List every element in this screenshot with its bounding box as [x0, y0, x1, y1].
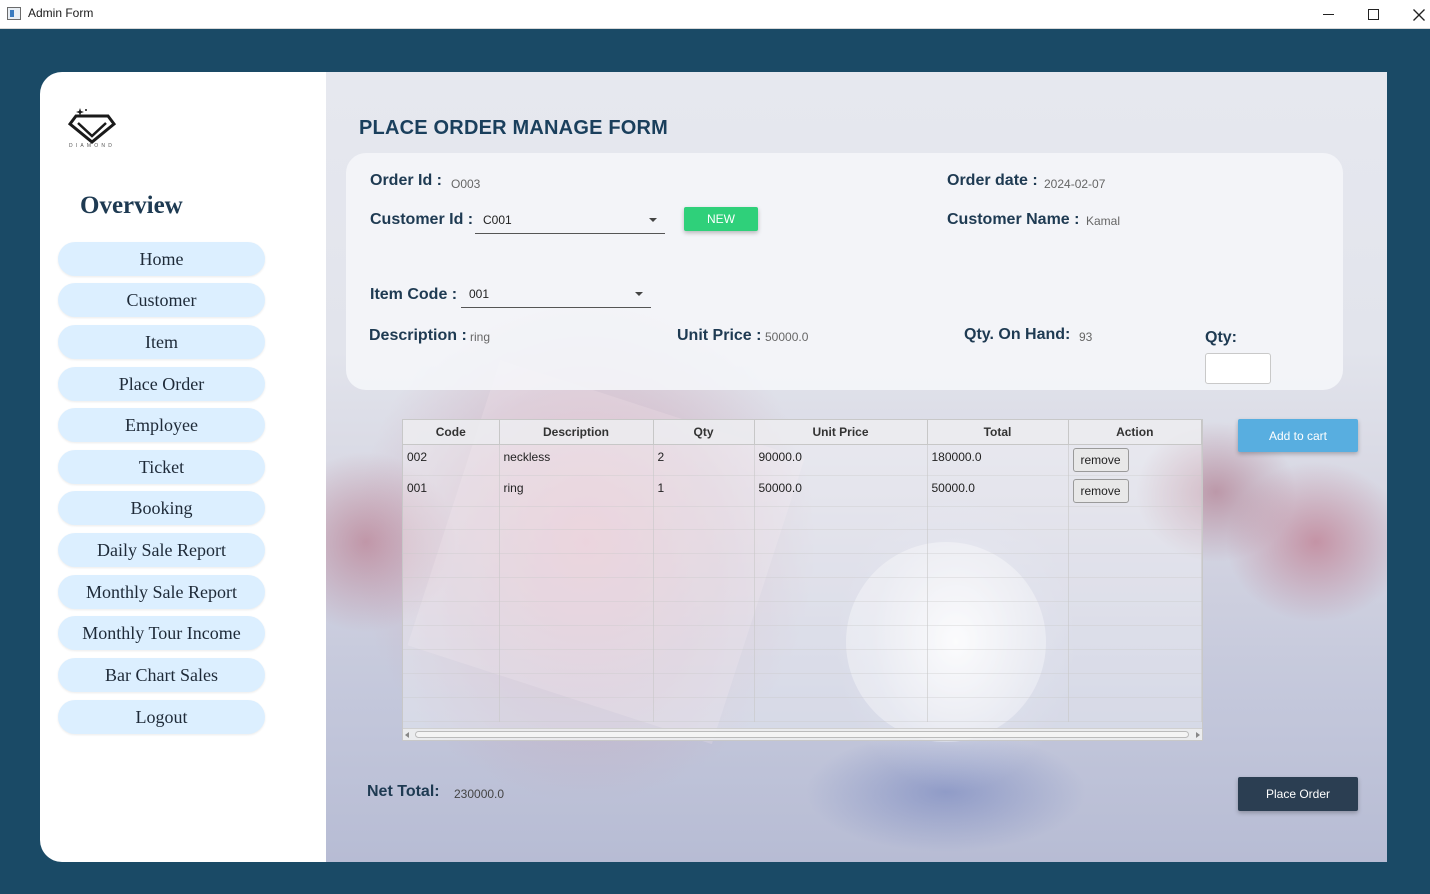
qty-on-hand-label: Qty. On Hand:: [964, 326, 1071, 343]
nav-customer-button[interactable]: Customer: [58, 283, 265, 317]
scrollbar-thumb[interactable]: [415, 731, 1189, 738]
chevron-down-icon: [635, 292, 643, 296]
title-bar: Admin Form: [0, 0, 1430, 29]
scroll-left-icon[interactable]: [405, 732, 409, 738]
nav-employee-button[interactable]: Employee: [58, 408, 265, 442]
cell-unit-price: 90000.0: [754, 444, 928, 476]
table-row[interactable]: 001 ring 1 50000.0 50000.0 remove: [403, 475, 1202, 507]
order-date-value: 2024-02-07: [1044, 177, 1106, 191]
empty-row: [403, 649, 1202, 674]
cell-action: remove: [1068, 475, 1202, 507]
nav-daily-sale-report-button[interactable]: Daily Sale Report: [58, 533, 265, 567]
nav-monthly-sale-report-button[interactable]: Monthly Sale Report: [58, 575, 265, 609]
window-title: Admin Form: [28, 6, 94, 20]
nav-place-order-button[interactable]: Place Order: [58, 367, 265, 401]
net-total-label: Net Total:: [367, 783, 440, 800]
column-header-unit-price[interactable]: Unit Price: [754, 420, 928, 445]
cell-action: remove: [1068, 444, 1202, 476]
column-header-qty[interactable]: Qty: [653, 420, 755, 445]
nav-home-button[interactable]: Home: [58, 242, 265, 276]
empty-row: [403, 673, 1202, 698]
nav-bar-chart-sales-button[interactable]: Bar Chart Sales: [58, 658, 265, 692]
customer-name-value: Kamal: [1086, 214, 1121, 228]
item-code-select[interactable]: 001: [461, 280, 651, 308]
cell-code: 002: [403, 444, 500, 476]
column-header-description[interactable]: Description: [499, 420, 654, 445]
empty-row: [403, 697, 1202, 722]
remove-button[interactable]: remove: [1072, 478, 1129, 503]
empty-row: [403, 529, 1202, 555]
cell-unit-price: 50000.0: [754, 475, 928, 507]
cell-description: neckless: [499, 444, 654, 476]
customer-id-select[interactable]: C001: [475, 206, 665, 234]
minimize-button[interactable]: [1305, 0, 1351, 29]
add-to-cart-button[interactable]: Add to cart: [1238, 419, 1358, 452]
customer-id-label: Customer Id :: [370, 211, 474, 228]
description-label: Description :: [369, 327, 467, 344]
qty-label: Qty:: [1205, 329, 1237, 346]
column-header-action[interactable]: Action: [1068, 420, 1202, 445]
cell-qty: 2: [653, 444, 755, 476]
cell-code: 001: [403, 475, 500, 507]
sidebar: DIAMOND Overview Home Customer Item Plac…: [40, 72, 326, 862]
content-area: PLACE ORDER MANAGE FORM Order Id : O003 …: [326, 72, 1387, 862]
cart-table[interactable]: Code Description Qty Unit Price Total Ac…: [402, 419, 1203, 741]
empty-row: [403, 553, 1202, 579]
customer-id-selected: C001: [483, 212, 512, 227]
description-value: ring: [470, 330, 491, 344]
item-code-selected: 001: [469, 286, 490, 301]
maximize-icon: [1367, 9, 1379, 20]
empty-row: [403, 577, 1202, 603]
qty-on-hand-value: 93: [1079, 330, 1093, 344]
sidebar-heading: Overview: [80, 192, 183, 219]
order-date-label: Order date :: [947, 172, 1038, 189]
order-form-panel: Order Id : O003 Order date : 2024-02-07 …: [346, 153, 1343, 390]
nav-booking-button[interactable]: Booking: [58, 491, 265, 525]
empty-row: [403, 506, 1202, 531]
column-header-total[interactable]: Total: [927, 420, 1069, 445]
place-order-button[interactable]: Place Order: [1238, 777, 1358, 811]
new-customer-button[interactable]: NEW: [684, 207, 758, 231]
horizontal-scrollbar[interactable]: [403, 728, 1202, 740]
close-icon: [1413, 8, 1425, 21]
order-id-label: Order Id :: [370, 172, 443, 189]
minimize-icon: [1322, 14, 1334, 15]
chevron-down-icon: [649, 218, 657, 222]
cell-qty: 1: [653, 475, 755, 507]
maximize-button[interactable]: [1350, 0, 1396, 29]
column-header-code[interactable]: Code: [403, 420, 500, 445]
customer-name-label: Customer Name :: [947, 211, 1080, 228]
table-row[interactable]: 002 neckless 2 90000.0 180000.0 remove: [403, 444, 1202, 476]
nav-monthly-tour-income-button[interactable]: Monthly Tour Income: [58, 616, 265, 650]
unit-price-value: 50000.0: [765, 330, 809, 344]
svg-text:DIAMOND: DIAMOND: [69, 143, 115, 148]
main-card: DIAMOND Overview Home Customer Item Plac…: [40, 72, 1387, 862]
remove-button[interactable]: remove: [1072, 447, 1129, 472]
qty-input[interactable]: [1205, 353, 1271, 384]
close-button[interactable]: [1396, 0, 1430, 29]
order-id-value: O003: [451, 177, 481, 191]
nav-item-button[interactable]: Item: [58, 325, 265, 359]
unit-price-label: Unit Price :: [677, 327, 762, 344]
window-app-icon: [7, 7, 21, 20]
empty-row: [403, 625, 1202, 650]
cell-description: ring: [499, 475, 654, 507]
item-code-label: Item Code :: [370, 286, 458, 303]
diamond-logo-icon: DIAMOND: [67, 108, 117, 148]
cell-total: 180000.0: [927, 444, 1069, 476]
net-total-value: 230000.0: [454, 787, 505, 801]
nav-logout-button[interactable]: Logout: [58, 700, 265, 734]
scroll-right-icon[interactable]: [1196, 732, 1200, 738]
page-title: PLACE ORDER MANAGE FORM: [359, 117, 669, 139]
table-header-row: Code Description Qty Unit Price Total Ac…: [403, 420, 1202, 445]
empty-row: [403, 601, 1202, 626]
nav-ticket-button[interactable]: Ticket: [58, 450, 265, 484]
cell-total: 50000.0: [927, 475, 1069, 507]
